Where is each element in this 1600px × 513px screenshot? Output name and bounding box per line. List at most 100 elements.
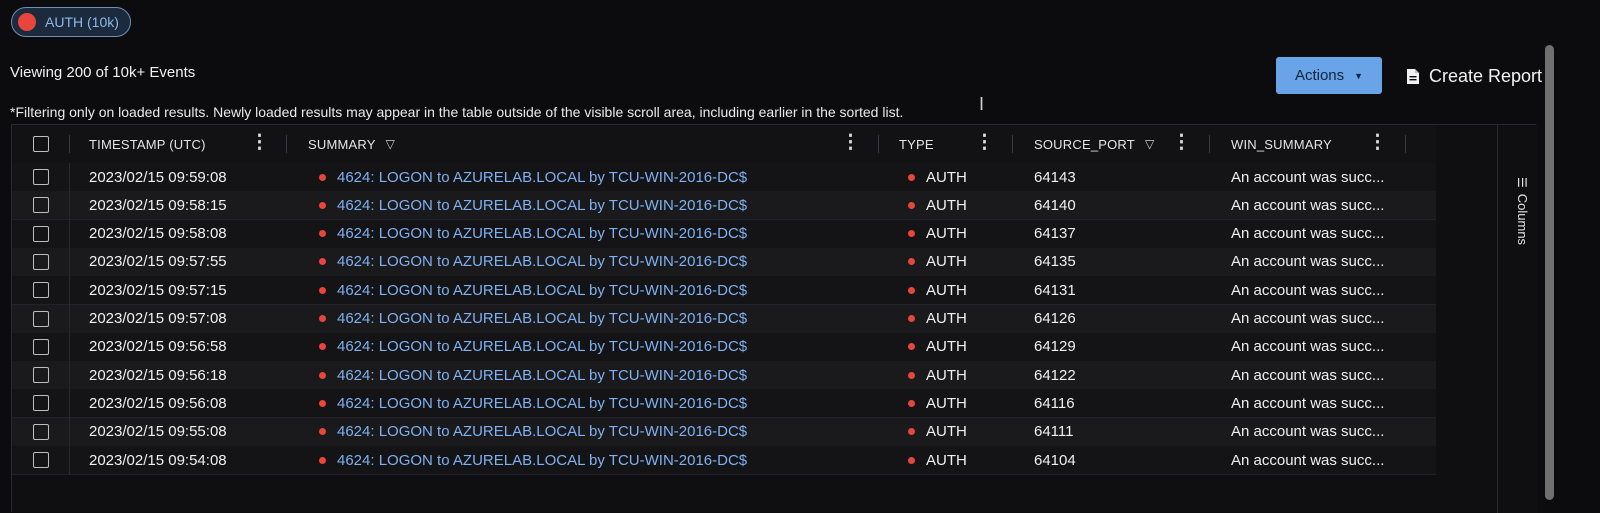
header-divider [1405,135,1406,153]
table-row[interactable]: 2023/02/15 09:58:08 4624: LOGON to AZUREL… [12,219,1436,249]
win-summary-cell: An account was succ... [1231,338,1385,356]
summary-link[interactable]: 4624: LOGON to AZURELAB.LOCAL by TCU-WIN… [337,423,747,440]
summary-cell[interactable]: 4624: LOGON to AZURELAB.LOCAL by TCU-WIN… [319,389,747,417]
header-timestamp[interactable]: TIMESTAMP (UTC) [89,125,206,163]
summary-cell[interactable]: 4624: LOGON to AZURELAB.LOCAL by TCU-WIN… [319,276,747,304]
type-cell: AUTH [908,446,967,474]
source-port-cell: 64116 [1034,394,1075,412]
row-checkbox[interactable] [33,282,49,299]
summary-cell[interactable]: 4624: LOGON to AZURELAB.LOCAL by TCU-WIN… [319,446,747,474]
summary-cell[interactable]: 4624: LOGON to AZURELAB.LOCAL by TCU-WIN… [319,163,747,191]
type-cell: AUTH [908,163,967,191]
header-win-summary-label: WIN_SUMMARY [1231,136,1332,152]
table-row[interactable]: 2023/02/15 09:57:55 4624: LOGON to AZUREL… [12,247,1436,277]
summary-cell[interactable]: 4624: LOGON to AZURELAB.LOCAL by TCU-WIN… [319,305,747,333]
summary-link[interactable]: 4624: LOGON to AZURELAB.LOCAL by TCU-WIN… [337,197,747,214]
type-value: AUTH [926,253,967,271]
win-summary-cell: An account was succ... [1231,168,1385,186]
red-dot-icon [908,456,915,464]
row-checkbox[interactable] [33,395,49,412]
table-row[interactable]: 2023/02/15 09:56:58 4624: LOGON to AZUREL… [12,332,1436,362]
source-port-cell: 64131 [1034,281,1076,299]
summary-link[interactable]: 4624: LOGON to AZURELAB.LOCAL by TCU-WIN… [337,253,747,270]
auth-filter-chip[interactable]: AUTH (10k) [11,7,131,37]
type-value: AUTH [926,168,967,186]
win-summary-cell: An account was succ... [1231,423,1385,441]
summary-cell[interactable]: 4624: LOGON to AZURELAB.LOCAL by TCU-WIN… [319,248,747,276]
summary-cell[interactable]: 4624: LOGON to AZURELAB.LOCAL by TCU-WIN… [319,418,747,446]
summary-link[interactable]: 4624: LOGON to AZURELAB.LOCAL by TCU-WIN… [337,225,747,242]
row-checkbox[interactable] [33,197,49,214]
columns-panel-toggle[interactable]: ☰ Columns [1515,177,1530,245]
win-summary-cell: An account was succ... [1231,451,1385,469]
row-checkbox[interactable] [33,225,49,242]
red-dot-icon [908,343,915,351]
source-port-menu-icon[interactable]: ⋮ [1172,132,1191,154]
header-source-port-label: SOURCE_PORT [1034,136,1135,152]
row-checkbox[interactable] [33,253,49,270]
filter-note: *Filtering only on loaded results. Newly… [10,104,904,120]
source-port-cell: 64143 [1034,168,1076,186]
summary-link[interactable]: 4624: LOGON to AZURELAB.LOCAL by TCU-WIN… [337,452,747,469]
type-menu-icon[interactable]: ⋮ [975,132,994,154]
summary-link[interactable]: 4624: LOGON to AZURELAB.LOCAL by TCU-WIN… [337,169,747,186]
select-all-checkbox[interactable] [33,136,49,152]
summary-cell[interactable]: 4624: LOGON to AZURELAB.LOCAL by TCU-WIN… [319,361,747,389]
table-row[interactable]: 2023/02/15 09:55:08 4624: LOGON to AZUREL… [12,417,1436,447]
timestamp-cell: 2023/02/15 09:57:55 [89,253,227,271]
type-value: AUTH [926,225,967,243]
summary-menu-icon[interactable]: ⋮ [841,132,860,154]
table-row[interactable]: 2023/02/15 09:59:08 4624: LOGON to AZUREL… [12,163,1436,192]
header-timestamp-label: TIMESTAMP (UTC) [89,136,206,152]
header-source-port[interactable]: SOURCE_PORT ▽ [1034,125,1154,163]
summary-cell[interactable]: 4624: LOGON to AZURELAB.LOCAL by TCU-WIN… [319,333,747,361]
red-dot-icon [908,315,915,322]
header-type[interactable]: TYPE [899,125,934,163]
filter-icon[interactable]: ▽ [386,137,395,151]
table-row[interactable]: 2023/02/15 09:56:18 4624: LOGON to AZUREL… [12,361,1436,391]
summary-cell[interactable]: 4624: LOGON to AZURELAB.LOCAL by TCU-WIN… [319,191,747,219]
summary-link[interactable]: 4624: LOGON to AZURELAB.LOCAL by TCU-WIN… [337,338,747,355]
red-dot-icon [319,258,326,266]
row-checkbox[interactable] [33,338,49,355]
type-cell: AUTH [908,248,967,276]
summary-link[interactable]: 4624: LOGON to AZURELAB.LOCAL by TCU-WIN… [337,395,747,412]
actions-button[interactable]: Actions ▼ [1276,57,1382,94]
type-value: AUTH [926,310,967,327]
header-divider [1012,135,1013,153]
summary-link[interactable]: 4624: LOGON to AZURELAB.LOCAL by TCU-WIN… [337,282,747,299]
table-row[interactable]: 2023/02/15 09:58:15 4624: LOGON to AZUREL… [12,191,1436,221]
vertical-scrollbar[interactable] [1545,45,1554,500]
table-row[interactable]: 2023/02/15 09:57:08 4624: LOGON to AZUREL… [12,304,1436,334]
red-dot-icon [908,230,915,238]
row-checkbox[interactable] [33,367,49,384]
summary-link[interactable]: 4624: LOGON to AZURELAB.LOCAL by TCU-WIN… [337,367,747,384]
row-checkbox[interactable] [33,452,49,468]
table-row[interactable]: 2023/02/15 09:54:08 4624: LOGON to AZUREL… [12,446,1436,475]
header-divider [286,135,287,153]
table-row[interactable]: 2023/02/15 09:56:08 4624: LOGON to AZUREL… [12,389,1436,419]
summary-link[interactable]: 4624: LOGON to AZURELAB.LOCAL by TCU-WIN… [337,310,747,327]
row-checkbox[interactable] [33,169,49,185]
header-summary[interactable]: SUMMARY ▽ [308,125,395,163]
row-checkbox[interactable] [33,423,49,440]
red-dot-icon [908,399,915,407]
viewing-count-text: Viewing 200 of 10k+ Events [10,64,196,81]
win-summary-cell: An account was succ... [1231,253,1385,271]
timestamp-menu-icon[interactable]: ⋮ [250,132,269,154]
table-row[interactable]: 2023/02/15 09:57:15 4624: LOGON to AZUREL… [12,276,1436,306]
win-summary-cell: An account was succ... [1231,225,1385,243]
header-win-summary[interactable]: WIN_SUMMARY [1231,125,1332,163]
events-table: TIMESTAMP (UTC) ⋮ SUMMARY ▽ ⋮ TYPE ⋮ SOU… [11,124,1538,513]
row-checkbox[interactable] [33,310,49,327]
source-port-cell: 64122 [1034,366,1076,384]
timestamp-cell: 2023/02/15 09:56:58 [89,338,227,356]
win-summary-cell: An account was succ... [1231,366,1385,384]
filter-icon[interactable]: ▽ [1145,137,1154,151]
summary-cell[interactable]: 4624: LOGON to AZURELAB.LOCAL by TCU-WIN… [319,220,747,248]
create-report-button[interactable]: Create Report [1406,62,1542,90]
win-summary-menu-icon[interactable]: ⋮ [1368,132,1387,154]
caret-down-icon: ▼ [1354,70,1364,81]
checkbox-column-divider [69,163,70,475]
chip-label: AUTH (10k) [45,14,119,30]
